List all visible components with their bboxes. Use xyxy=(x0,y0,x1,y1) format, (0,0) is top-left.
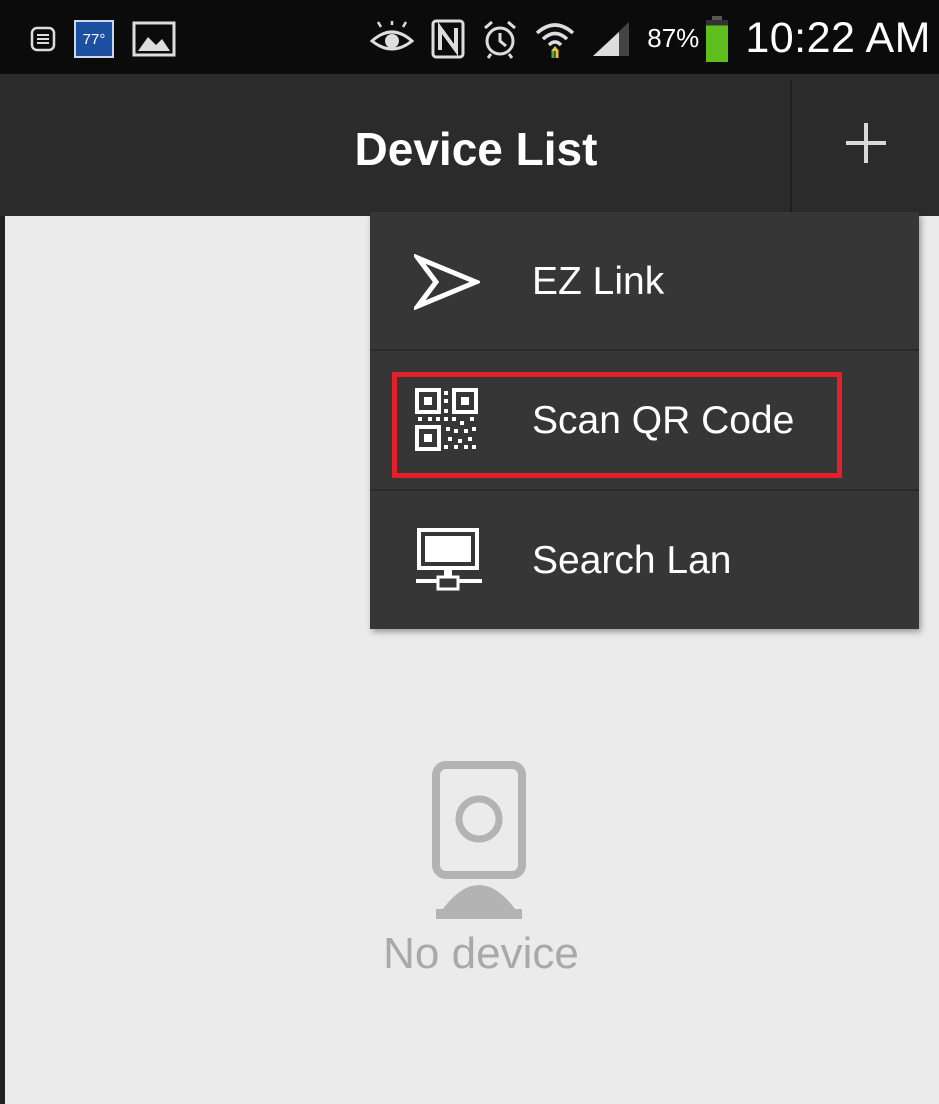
menu-item-search-lan[interactable]: Search Lan xyxy=(370,491,919,629)
gallery-icon xyxy=(132,21,176,57)
add-device-menu: EZ Link Scan QR Code Search Lan xyxy=(370,212,919,629)
camera-icon xyxy=(430,761,530,926)
notes-icon xyxy=(30,26,56,52)
battery-icon xyxy=(705,15,729,62)
menu-item-label: Scan QR Code xyxy=(532,399,795,442)
alarm-icon xyxy=(481,19,519,59)
status-right-icons: 87% 10:22 AM xyxy=(369,14,931,63)
menu-item-ez-link[interactable]: EZ Link xyxy=(370,212,919,350)
empty-state-text: No device xyxy=(383,929,579,978)
weather-icon: 77° xyxy=(74,20,114,58)
add-device-button[interactable] xyxy=(792,74,939,216)
nfc-icon xyxy=(431,19,465,59)
qr-code-icon xyxy=(414,387,480,458)
menu-item-label: EZ Link xyxy=(532,260,665,303)
signal-icon xyxy=(591,20,631,58)
app-screen: 77° 87% 10:22 AM Device List No device E… xyxy=(0,0,939,1104)
eye-icon xyxy=(369,20,415,57)
status-left-icons: 77° xyxy=(30,20,176,58)
plus-icon xyxy=(844,121,888,170)
network-monitor-icon xyxy=(414,527,484,598)
clock: 10:22 AM xyxy=(745,14,931,62)
menu-item-label: Search Lan xyxy=(532,539,732,582)
menu-item-scan-qr-code[interactable]: Scan QR Code xyxy=(370,351,919,489)
battery-percent: 87% xyxy=(647,23,700,53)
action-bar: Device List xyxy=(0,74,939,216)
send-arrow-icon xyxy=(410,252,483,315)
temperature-text: 77° xyxy=(82,30,106,48)
status-bar: 77° 87% 10:22 AM xyxy=(0,0,939,74)
wifi-icon xyxy=(535,19,575,59)
